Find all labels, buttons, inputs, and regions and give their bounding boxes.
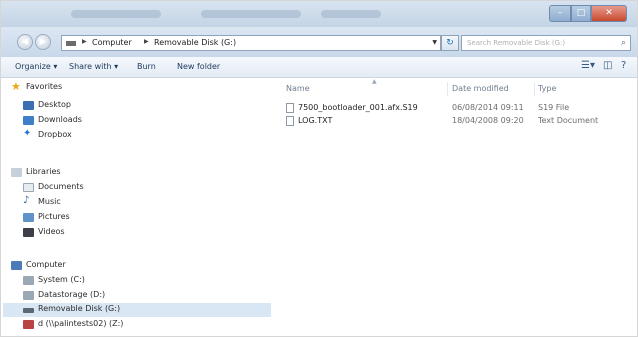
- title-bar[interactable]: – □ ✕: [1, 1, 637, 27]
- file-row[interactable]: LOG.TXT 18/04/2008 09:20 Text Document: [262, 115, 607, 128]
- nav-label: Desktop: [38, 100, 71, 109]
- file-name: LOG.TXT: [298, 116, 333, 125]
- pictures-icon: [23, 213, 34, 222]
- navigation-pane: ★ Favorites Desktop Downloads ✦ Dropbox …: [1, 78, 272, 336]
- nav-label: Music: [38, 197, 61, 206]
- forward-button[interactable]: ▶: [35, 34, 51, 50]
- refresh-icon: ↻: [446, 38, 454, 48]
- column-header-date-modified[interactable]: Date modified: [452, 84, 509, 93]
- refresh-button[interactable]: ↻: [441, 35, 459, 51]
- nav-item-downloads[interactable]: Downloads: [23, 114, 223, 128]
- nav-label: Computer: [26, 260, 66, 269]
- nav-libraries[interactable]: Libraries: [11, 166, 211, 180]
- address-box[interactable]: ▶ Computer ▶ Removable Disk (G:) ▼: [61, 35, 441, 51]
- minimize-button[interactable]: –: [549, 5, 571, 22]
- nav-item-dropbox[interactable]: ✦ Dropbox: [23, 128, 223, 143]
- hard-drive-icon: [23, 291, 34, 300]
- nav-label: Videos: [38, 227, 65, 236]
- close-button[interactable]: ✕: [591, 5, 627, 22]
- network-drive-icon: [23, 320, 34, 329]
- nav-label: Removable Disk (G:): [38, 304, 121, 313]
- share-with-button[interactable]: Share with ▾: [69, 62, 118, 71]
- nav-label: Pictures: [38, 212, 70, 221]
- music-icon: ♪: [23, 195, 30, 206]
- new-folder-button[interactable]: New folder: [177, 62, 220, 71]
- nav-item-removable-disk-g[interactable]: Removable Disk (G:): [3, 303, 271, 317]
- organize-button[interactable]: Organize ▾: [15, 62, 57, 71]
- breadcrumb-removable-disk[interactable]: Removable Disk (G:): [154, 38, 236, 47]
- nav-label: d (\\palintests02) (Z:): [38, 319, 124, 328]
- nav-item-videos[interactable]: Videos: [23, 226, 223, 240]
- nav-item-pictures[interactable]: Pictures: [23, 211, 223, 225]
- file-type: Text Document: [538, 116, 599, 125]
- title-blur: [71, 10, 161, 18]
- column-separator[interactable]: [534, 82, 535, 96]
- chevron-right-icon: ▶: [144, 38, 149, 45]
- nav-item-music[interactable]: ♪ Music: [23, 195, 223, 210]
- back-button[interactable]: ◀: [17, 34, 33, 50]
- nav-label: Datastorage (D:): [38, 290, 106, 299]
- file-date: 06/08/2014 09:11: [452, 103, 524, 112]
- help-icon[interactable]: ?: [621, 60, 626, 71]
- nav-label: System (C:): [38, 275, 85, 284]
- nav-label: Documents: [38, 182, 84, 191]
- downloads-icon: [23, 116, 34, 125]
- nav-item-network-z[interactable]: d (\\palintests02) (Z:): [23, 318, 223, 332]
- text-file-icon: [286, 116, 294, 126]
- nav-label: Favorites: [26, 82, 63, 91]
- nav-item-system-c[interactable]: System (C:): [23, 274, 223, 288]
- back-arrow-icon: ◀: [21, 37, 29, 47]
- nav-item-documents[interactable]: Documents: [23, 181, 223, 195]
- documents-icon: [23, 183, 34, 192]
- file-row[interactable]: 7500_bootloader_001.afx.S19 06/08/2014 0…: [262, 102, 607, 115]
- title-blur: [201, 10, 301, 18]
- column-header-type[interactable]: Type: [538, 84, 556, 93]
- file-type: S19 File: [538, 103, 570, 112]
- forward-arrow-icon: ▶: [39, 37, 47, 47]
- nav-favorites[interactable]: ★ Favorites: [11, 80, 211, 95]
- libraries-icon: [11, 168, 22, 177]
- file-date: 18/04/2008 09:20: [452, 116, 524, 125]
- burn-button[interactable]: Burn: [137, 62, 156, 71]
- file-list: Name ▲ Date modified Type 7500_bootloade…: [272, 78, 637, 336]
- column-header-name[interactable]: Name: [286, 84, 310, 93]
- nav-item-datastorage-d[interactable]: Datastorage (D:): [23, 289, 223, 303]
- search-box[interactable]: Search Removable Disk (G:) ⌕: [461, 35, 631, 51]
- column-separator[interactable]: [447, 82, 448, 96]
- star-icon: ★: [11, 80, 21, 93]
- address-bar-row: ◀ ▶ ▶ Computer ▶ Removable Disk (G:) ▼ ↻…: [1, 27, 637, 57]
- search-placeholder: Search Removable Disk (G:): [467, 39, 566, 47]
- breadcrumb-computer[interactable]: Computer: [92, 38, 132, 47]
- computer-icon: [11, 261, 22, 270]
- chevron-right-icon: ▶: [82, 38, 87, 45]
- file-name: 7500_bootloader_001.afx.S19: [298, 103, 418, 112]
- command-bar: Organize ▾ Share with ▾ Burn New folder …: [1, 57, 637, 78]
- file-icon: [286, 103, 294, 113]
- nav-label: Downloads: [38, 115, 82, 124]
- desktop-icon: [23, 101, 34, 110]
- videos-icon: [23, 228, 34, 237]
- search-icon[interactable]: ⌕: [621, 38, 626, 48]
- hard-drive-icon: [23, 276, 34, 285]
- sort-up-icon: ▲: [372, 78, 377, 85]
- drive-icon: [66, 41, 76, 46]
- nav-computer[interactable]: Computer: [11, 259, 211, 273]
- maximize-button[interactable]: □: [571, 5, 591, 22]
- title-blur: [321, 10, 381, 18]
- usb-drive-icon: [23, 308, 34, 313]
- nav-item-desktop[interactable]: Desktop: [23, 99, 223, 113]
- view-options-icon[interactable]: ☰▾: [581, 60, 595, 71]
- dropbox-icon: ✦: [23, 128, 32, 139]
- chevron-down-icon[interactable]: ▼: [432, 39, 437, 46]
- preview-pane-icon[interactable]: ◫: [603, 60, 612, 71]
- nav-label: Dropbox: [38, 130, 72, 139]
- window-controls: – □ ✕: [549, 5, 627, 22]
- nav-label: Libraries: [26, 167, 61, 176]
